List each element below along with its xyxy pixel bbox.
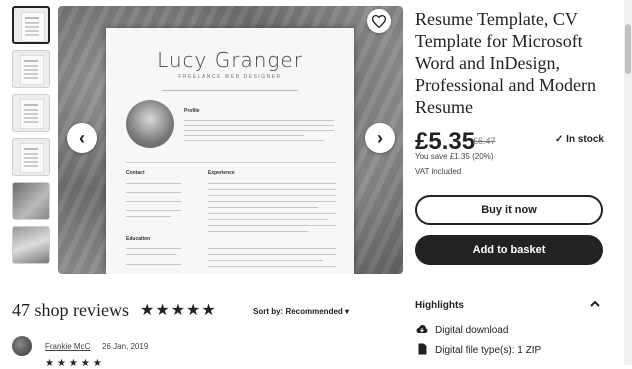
shop-rating-stars: ★★★★★: [140, 302, 217, 319]
highlight-label: Digital download: [435, 325, 509, 336]
thumbnail-2[interactable]: [12, 50, 50, 88]
chevron-left-icon: ‹: [79, 127, 85, 148]
shop-reviews-count: 47 shop reviews: [12, 300, 129, 320]
vat-text: VAT included: [415, 167, 462, 176]
thumbnail-5[interactable]: [12, 182, 50, 220]
highlight-file-type: Digital file type(s): 1 ZIP: [415, 343, 541, 358]
preview-name: Lucy Granger: [157, 48, 303, 72]
highlights-heading: Highlights: [415, 300, 464, 311]
product-title: Resume Template, CV Template for Microso…: [415, 9, 596, 117]
preview-photo: [126, 100, 174, 148]
file-icon: [415, 343, 429, 358]
savings-text: You save £1.35 (20%): [415, 152, 494, 161]
stock-status: ✓ In stock: [555, 134, 604, 145]
review-date: 26 Jan, 2019: [102, 342, 149, 351]
review-stars: ★★★★★: [45, 358, 105, 369]
preview-role: FREELANCE WEB DESIGNER: [178, 74, 282, 80]
preview-profile-label: Profile: [184, 108, 200, 114]
thumbnail-strip: [12, 6, 54, 276]
caret-down-icon: ▾: [345, 307, 350, 316]
page-scrollbar[interactable]: [624, 0, 632, 365]
thumbnail-3[interactable]: [12, 94, 50, 132]
highlights-toggle[interactable]: [590, 298, 600, 310]
chevron-right-icon: ›: [377, 127, 383, 148]
sort-label: Sort by: Recommended: [253, 307, 343, 316]
favorite-button[interactable]: [367, 9, 391, 33]
reviewer-avatar: [12, 336, 32, 356]
original-price: £6.47: [473, 136, 496, 146]
check-icon: ✓: [555, 134, 564, 145]
preview-experience-label: Experience: [208, 170, 235, 176]
next-image-button[interactable]: ›: [365, 123, 395, 153]
sort-dropdown[interactable]: Sort by: Recommended ▾: [253, 307, 349, 316]
thumbnail-6[interactable]: [12, 226, 50, 264]
preview-education-label: Education: [126, 236, 151, 242]
stock-label: In stock: [566, 134, 604, 145]
heart-icon: [372, 14, 386, 28]
scrollbar-thumb[interactable]: [625, 24, 631, 74]
main-product-image: Lucy Granger FREELANCE WEB DESIGNER Prof…: [58, 6, 403, 274]
highlight-digital-download: Digital download: [415, 324, 508, 337]
buy-it-now-button[interactable]: Buy it now: [415, 195, 603, 225]
resume-preview: Lucy Granger FREELANCE WEB DESIGNER Prof…: [106, 28, 354, 274]
add-to-basket-button[interactable]: Add to basket: [415, 235, 603, 265]
highlight-label: Digital file type(s): 1 ZIP: [435, 345, 542, 356]
previous-image-button[interactable]: ‹: [67, 123, 97, 153]
chevron-up-icon: [590, 300, 600, 307]
preview-contact-label: Contact: [126, 170, 145, 176]
reviewer-name-link[interactable]: Frankie McC: [45, 342, 90, 351]
download-cloud-icon: [415, 324, 429, 337]
thumbnail-4[interactable]: [12, 138, 50, 176]
thumbnail-1[interactable]: [12, 6, 50, 44]
